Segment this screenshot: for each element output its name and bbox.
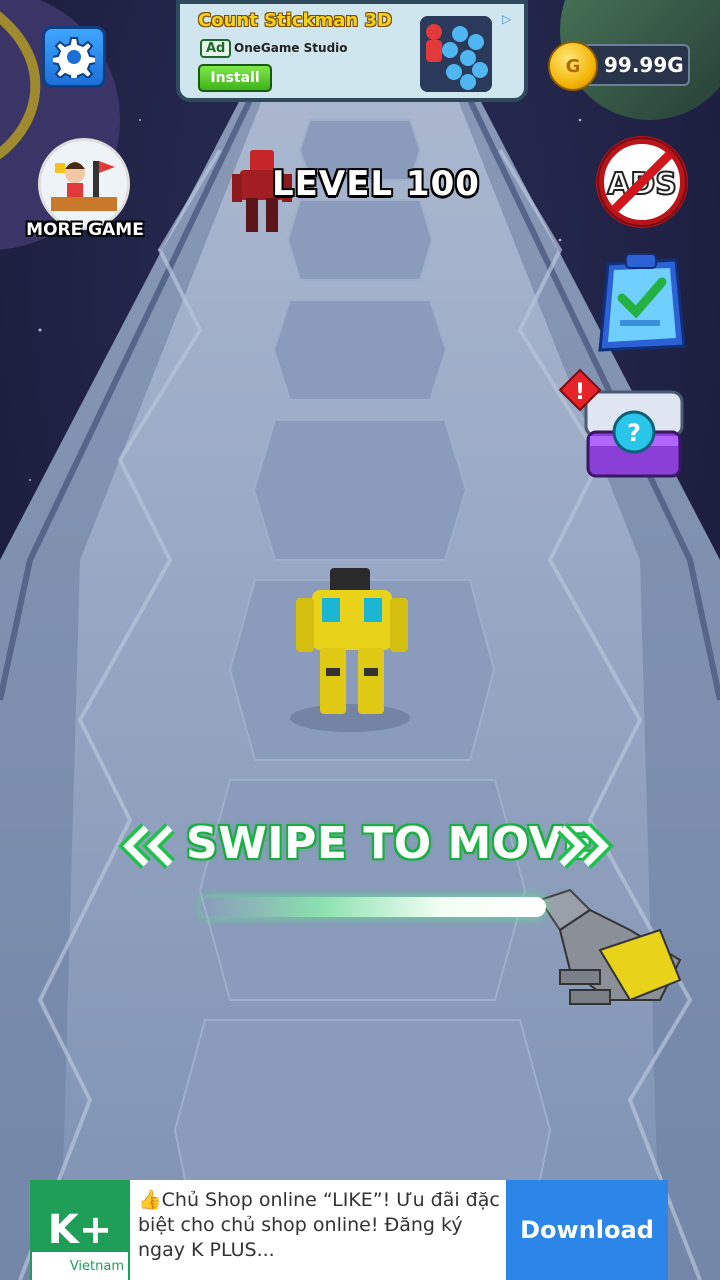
coin-value: 99.99G (604, 53, 684, 77)
ad-studio-name: OneGame Studio (234, 41, 348, 55)
tasks-button[interactable] (590, 250, 688, 354)
more-game-button[interactable] (38, 138, 130, 230)
no-ads-icon: ADS (596, 136, 688, 228)
play-triangle-icon[interactable]: ▷ (502, 12, 511, 26)
more-game-label: MORE GAME (26, 220, 144, 240)
left-double-chevron-icon (118, 823, 175, 869)
ad-install-button[interactable]: Install (198, 64, 272, 92)
swipe-to-move-label: SWIPE TO MOVE (186, 818, 594, 869)
gear-icon (53, 37, 95, 78)
clipboard-check-icon (598, 253, 686, 352)
bottom-ad-banner[interactable]: K+ Vietnam 👍Chủ Shop online “LIKE”! Ưu đ… (30, 1180, 668, 1280)
right-double-chevron-icon (557, 823, 614, 869)
ad-title: Count Stickman 3D (198, 10, 392, 31)
kplus-logo-subtitle: Vietnam (32, 1252, 128, 1280)
coin-icon: G (548, 41, 598, 91)
bottom-ad-text: 👍Chủ Shop online “LIKE”! Ưu đãi đặc biệt… (138, 1189, 500, 1261)
mystery-box-icon: ? ! (558, 368, 684, 478)
top-ad-banner[interactable]: Count Stickman 3D Ad OneGame Studio Inst… (176, 0, 528, 102)
mystery-box-button[interactable]: ? ! (558, 368, 686, 484)
level-label: LEVEL 100 (272, 164, 480, 204)
alert-mark: ! (575, 380, 585, 405)
swipe-trail (200, 897, 546, 917)
settings-button[interactable] (42, 26, 106, 88)
mystery-mark: ? (627, 419, 641, 447)
ad-game-art (420, 16, 492, 92)
download-button[interactable]: Download (506, 1180, 668, 1280)
ad-badge: Ad (200, 39, 232, 58)
more-game-thumbnail (41, 141, 127, 227)
no-ads-button[interactable]: ADS (596, 136, 688, 228)
